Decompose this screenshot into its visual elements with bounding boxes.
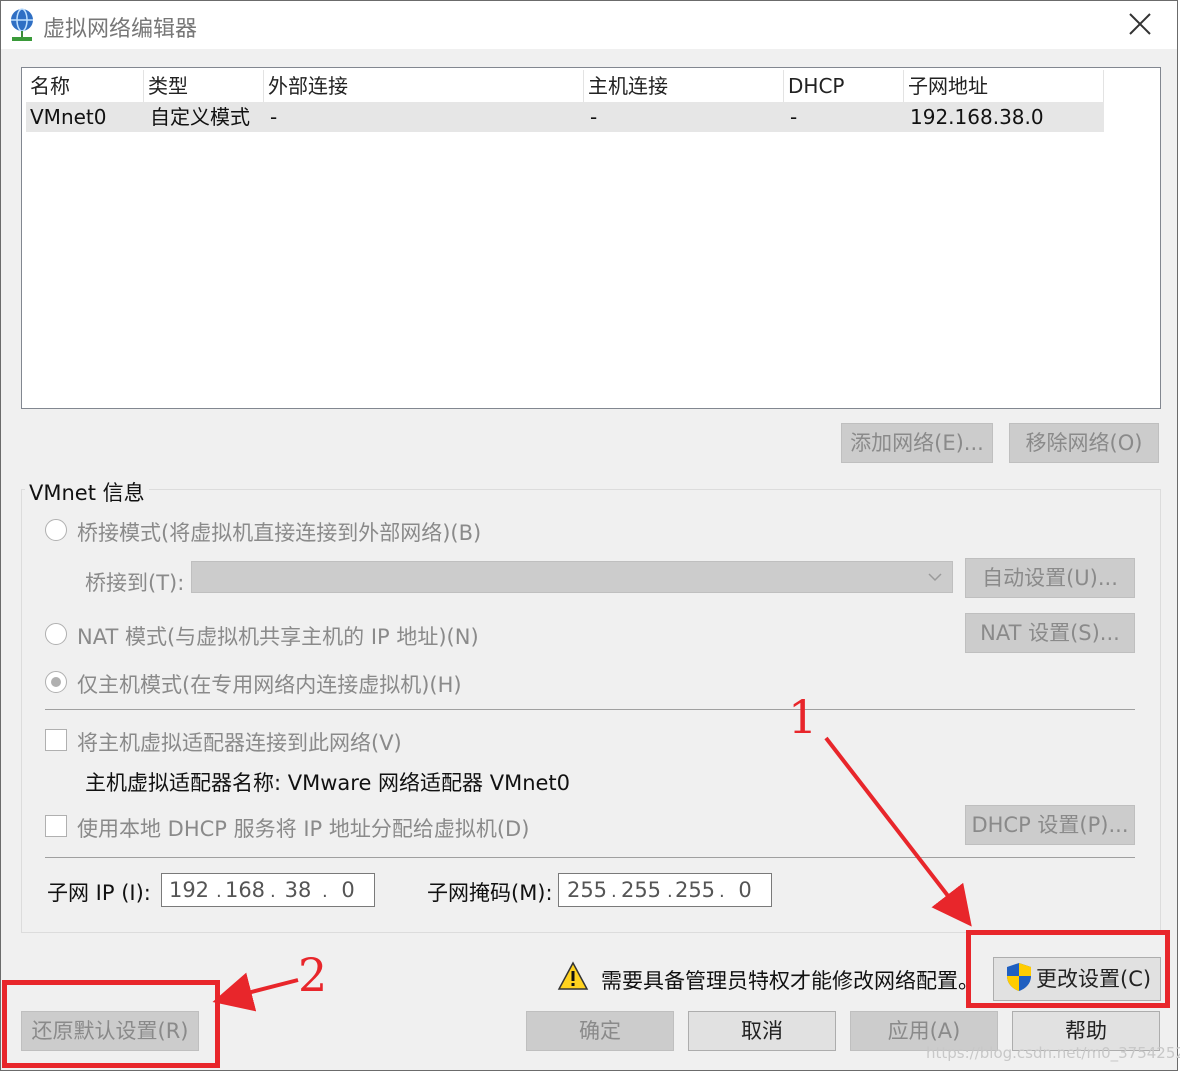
mask-dot: . <box>667 881 673 902</box>
separator <box>45 709 1135 710</box>
nat-mode-label: NAT 模式(与虚拟机共享主机的 IP 地址)(N) <box>77 625 479 649</box>
ip-dot: . <box>216 881 222 902</box>
cell-dhcp: - <box>790 105 798 129</box>
ok-button[interactable]: 确定 <box>526 1011 674 1051</box>
annotation-highlight-change-settings <box>966 930 1170 1008</box>
ip-dot: . <box>322 881 328 902</box>
mask-octet: 0 <box>738 878 752 902</box>
window-title: 虚拟网络编辑器 <box>43 17 198 42</box>
connect-adapter-label: 将主机虚拟适配器连接到此网络(V) <box>77 731 402 755</box>
ip-octet: 38 <box>284 878 312 902</box>
cell-external: - <box>270 105 278 129</box>
ip-dot: . <box>270 881 276 902</box>
use-dhcp-label: 使用本地 DHCP 服务将 IP 地址分配给虚拟机(D) <box>77 817 530 841</box>
admin-warning-text: 需要具备管理员特权才能修改网络配置。 <box>601 969 979 993</box>
network-list[interactable]: 名称 类型 外部连接 主机连接 DHCP 子网地址 VMnet0 自定义模式 -… <box>21 67 1161 409</box>
column-header-dhcp[interactable]: DHCP <box>784 70 904 102</box>
annotation-number-1: 1 <box>788 690 818 744</box>
mask-octet: 255 <box>566 878 608 902</box>
mask-octet: 255 <box>674 878 716 902</box>
subnet-ip-input[interactable]: 192 . 168 . 38 . 0 <box>161 873 375 907</box>
watermark-text: https://blog.csdn.net/m0_37542524 <box>926 1044 1180 1062</box>
nat-settings-button[interactable]: NAT 设置(S)... <box>965 613 1135 653</box>
mask-dot: . <box>719 881 725 902</box>
add-network-button[interactable]: 添加网络(E)... <box>841 423 993 463</box>
annotation-highlight-restore-defaults <box>2 980 220 1068</box>
list-header: 名称 类型 外部连接 主机连接 DHCP 子网地址 <box>26 70 1106 102</box>
ip-octet: 0 <box>341 878 355 902</box>
table-row[interactable]: VMnet0 自定义模式 - - - 192.168.38.0 <box>26 102 1104 132</box>
bridge-to-label: 桥接到(T): <box>85 571 185 595</box>
ip-octet: 168 <box>224 878 266 902</box>
vmnet-info-legend: VMnet 信息 <box>25 477 149 507</box>
mask-dot: . <box>611 881 617 902</box>
vmnet-info-group <box>21 489 1161 933</box>
subnet-mask-label: 子网掩码(M): <box>427 881 553 905</box>
cell-name: VMnet0 <box>30 105 107 129</box>
cell-subnet: 192.168.38.0 <box>910 105 1044 129</box>
remove-network-button[interactable]: 移除网络(O) <box>1009 423 1159 463</box>
column-header-type[interactable]: 类型 <box>144 70 264 102</box>
dhcp-settings-button[interactable]: DHCP 设置(P)... <box>965 805 1135 845</box>
column-header-external[interactable]: 外部连接 <box>264 70 584 102</box>
subnet-mask-input[interactable]: 255 . 255 . 255 . 0 <box>558 873 772 907</box>
column-header-host[interactable]: 主机连接 <box>584 70 784 102</box>
cancel-button[interactable]: 取消 <box>688 1011 836 1051</box>
chevron-down-icon <box>928 573 942 582</box>
host-only-mode-label: 仅主机模式(在专用网络内连接虚拟机)(H) <box>77 673 462 697</box>
host-only-mode-radio[interactable] <box>45 671 67 693</box>
subnet-ip-label: 子网 IP (I): <box>47 881 151 905</box>
separator <box>45 857 1135 858</box>
cell-type: 自定义模式 <box>150 105 250 129</box>
bridge-to-select[interactable] <box>191 561 953 593</box>
network-globe-icon <box>11 8 33 41</box>
column-header-name[interactable]: 名称 <box>26 70 144 102</box>
auto-settings-button[interactable]: 自动设置(U)... <box>965 558 1135 598</box>
bridge-mode-radio[interactable] <box>45 519 67 541</box>
warning-icon <box>557 961 589 990</box>
title-bar: 虚拟网络编辑器 <box>1 1 1177 49</box>
ip-octet: 192 <box>168 878 210 902</box>
cell-host: - <box>590 105 598 129</box>
mask-octet: 255 <box>620 878 662 902</box>
column-header-subnet[interactable]: 子网地址 <box>904 70 1104 102</box>
bridge-mode-label: 桥接模式(将虚拟机直接连接到外部网络)(B) <box>77 521 482 545</box>
virtual-network-editor-window: 虚拟网络编辑器 名称 类型 外部连接 主机连接 DHCP 子网地址 VMnet0… <box>0 0 1178 1071</box>
annotation-number-2: 2 <box>298 948 328 1002</box>
connect-adapter-checkbox[interactable] <box>45 729 67 751</box>
nat-mode-radio[interactable] <box>45 623 67 645</box>
close-icon[interactable] <box>1125 9 1155 39</box>
adapter-name-text: 主机虚拟适配器名称: VMware 网络适配器 VMnet0 <box>85 771 571 795</box>
use-dhcp-checkbox[interactable] <box>45 815 67 837</box>
